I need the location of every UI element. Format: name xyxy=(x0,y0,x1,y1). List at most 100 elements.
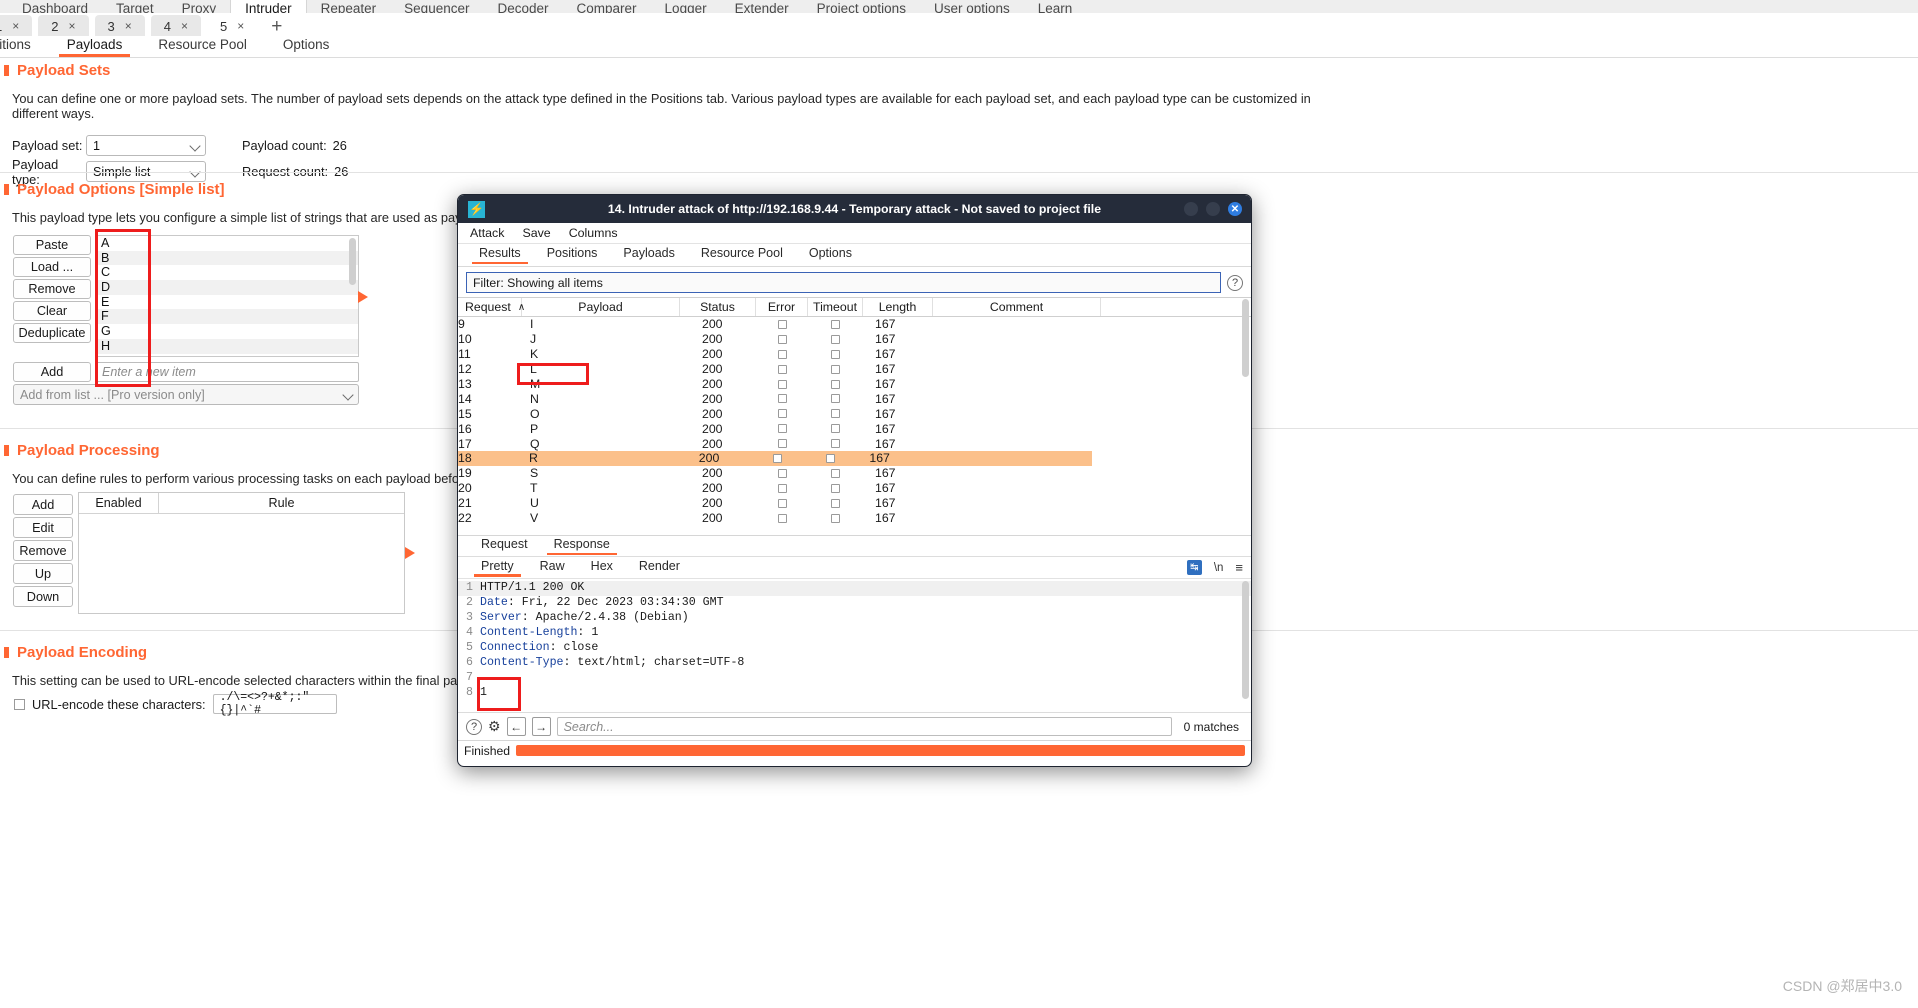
deduplicate-button[interactable]: Deduplicate xyxy=(13,323,91,343)
dialog-tab-positions[interactable]: Positions xyxy=(534,246,611,264)
sub-tab-positions[interactable]: Positions xyxy=(0,37,49,57)
error-checkbox[interactable] xyxy=(777,498,787,508)
rule-up-button[interactable]: Up xyxy=(13,563,73,584)
tab-request[interactable]: Request xyxy=(468,537,541,555)
tab-render[interactable]: Render xyxy=(626,559,693,577)
list-item[interactable]: B xyxy=(96,250,358,266)
table-row[interactable]: 20 T 200 167 xyxy=(458,481,1251,496)
column-header-comment[interactable]: Comment xyxy=(933,298,1101,316)
tab-hex[interactable]: Hex xyxy=(578,559,626,577)
sub-tab-options[interactable]: Options xyxy=(265,37,348,57)
filter-input[interactable]: Filter: Showing all items xyxy=(466,272,1221,293)
error-checkbox[interactable] xyxy=(777,513,787,523)
timeout-checkbox[interactable] xyxy=(831,349,840,359)
rule-down-button[interactable]: Down xyxy=(13,586,73,607)
timeout-checkbox[interactable] xyxy=(831,513,840,523)
results-table[interactable]: Request ∧ Payload Status Error Timeout L… xyxy=(458,297,1251,525)
find-previous-icon[interactable]: ← xyxy=(506,717,526,737)
column-header-error[interactable]: Error xyxy=(756,298,808,316)
attack-tab-3[interactable]: 3 × xyxy=(94,14,145,38)
sub-tab-payloads[interactable]: Payloads xyxy=(49,37,141,57)
tab-pretty[interactable]: Pretty xyxy=(468,559,527,577)
error-checkbox[interactable] xyxy=(777,424,787,434)
column-header-timeout[interactable]: Timeout xyxy=(808,298,863,316)
timeout-checkbox[interactable] xyxy=(831,409,840,419)
dialog-tab-results[interactable]: Results xyxy=(466,246,534,264)
attack-tab-1[interactable]: 1 × xyxy=(0,14,33,38)
maximize-button[interactable] xyxy=(1206,202,1220,216)
paste-button[interactable]: Paste xyxy=(13,235,91,255)
list-item[interactable]: E xyxy=(96,295,358,310)
timeout-checkbox[interactable] xyxy=(831,379,840,389)
payload-set-select[interactable]: 1 xyxy=(86,135,206,156)
results-scrollbar[interactable] xyxy=(1242,299,1249,377)
timeout-checkbox[interactable] xyxy=(831,364,840,374)
dialog-tab-resource-pool[interactable]: Resource Pool xyxy=(688,246,796,264)
attack-tab-5[interactable]: 5 × xyxy=(207,14,258,40)
timeout-checkbox[interactable] xyxy=(831,483,840,493)
find-help-icon[interactable]: ? xyxy=(466,718,482,735)
list-item[interactable]: A xyxy=(96,236,358,251)
table-row[interactable]: 9 I 200 167 xyxy=(458,317,1251,332)
attack-tab-2[interactable]: 2 × xyxy=(38,14,89,38)
rule-edit-button[interactable]: Edit xyxy=(13,517,73,538)
close-icon[interactable]: × xyxy=(237,19,244,33)
error-checkbox[interactable] xyxy=(777,409,787,419)
list-item[interactable]: D xyxy=(96,280,358,295)
timeout-checkbox[interactable] xyxy=(831,319,840,329)
payload-items-list[interactable]: A B C D E F G H xyxy=(95,235,359,357)
window-title-bar[interactable]: ⚡ 14. Intruder attack of http://192.168.… xyxy=(458,195,1251,223)
payload-processing-rules-table[interactable]: Enabled Rule xyxy=(78,492,405,614)
column-header-payload[interactable]: Payload xyxy=(522,298,680,316)
intruder-attack-window[interactable]: ⚡ 14. Intruder attack of http://192.168.… xyxy=(457,194,1252,767)
error-checkbox[interactable] xyxy=(777,364,787,374)
timeout-checkbox[interactable] xyxy=(825,453,835,463)
rule-add-button[interactable]: Add xyxy=(13,494,73,515)
timeout-checkbox[interactable] xyxy=(831,498,840,508)
table-row[interactable]: 21 U 200 167 xyxy=(458,496,1251,511)
table-row[interactable]: 18 R 200 167 xyxy=(458,451,1092,466)
timeout-checkbox[interactable] xyxy=(831,439,840,449)
timeout-checkbox[interactable] xyxy=(831,334,840,344)
column-header-length[interactable]: Length xyxy=(863,298,933,316)
add-item-button[interactable]: Add xyxy=(13,362,91,382)
close-icon[interactable]: × xyxy=(125,19,132,33)
list-item[interactable]: H xyxy=(96,338,358,354)
list-item[interactable]: F xyxy=(96,309,358,325)
attack-tab-4[interactable]: 4 × xyxy=(150,14,201,38)
newline-icon[interactable]: \n xyxy=(1214,562,1224,574)
tab-response[interactable]: Response xyxy=(541,537,623,556)
payload-list-scrollbar[interactable] xyxy=(349,238,356,285)
rule-remove-button[interactable]: Remove xyxy=(13,540,73,561)
error-checkbox[interactable] xyxy=(777,379,787,389)
menu-icon[interactable]: ≡ xyxy=(1235,560,1243,575)
response-scrollbar[interactable] xyxy=(1242,581,1249,700)
add-from-list-select[interactable]: Add from list ... [Pro version only] xyxy=(13,384,359,405)
error-checkbox[interactable] xyxy=(777,483,787,493)
table-row[interactable]: 14 N 200 167 xyxy=(458,391,1251,406)
column-header-request[interactable]: Request ∧ xyxy=(458,298,525,316)
error-checkbox[interactable] xyxy=(777,468,787,478)
timeout-checkbox[interactable] xyxy=(831,424,840,434)
column-header-enabled[interactable]: Enabled xyxy=(79,493,159,513)
column-header-rule[interactable]: Rule xyxy=(159,493,404,513)
table-row[interactable]: 19 S 200 167 xyxy=(458,466,1251,481)
minimize-button[interactable] xyxy=(1184,202,1198,216)
dialog-tab-payloads[interactable]: Payloads xyxy=(610,246,687,264)
remove-button[interactable]: Remove xyxy=(13,279,91,299)
table-row[interactable]: 15 O 200 167 xyxy=(458,406,1251,421)
table-row[interactable]: 12 L 200 167 xyxy=(458,362,1251,377)
error-checkbox[interactable] xyxy=(777,319,787,329)
close-icon[interactable]: ✕ xyxy=(1228,202,1242,216)
timeout-checkbox[interactable] xyxy=(831,468,840,478)
error-checkbox[interactable] xyxy=(777,394,787,404)
table-row[interactable]: 10 J 200 167 xyxy=(458,332,1251,347)
table-row[interactable]: 13 M 200 167 xyxy=(458,377,1251,392)
menu-columns[interactable]: Columns xyxy=(569,226,618,240)
clear-button[interactable]: Clear xyxy=(13,301,91,321)
list-item[interactable]: C xyxy=(96,265,358,280)
timeout-checkbox[interactable] xyxy=(831,394,840,404)
close-icon[interactable]: × xyxy=(68,19,75,33)
error-checkbox[interactable] xyxy=(777,349,787,359)
load-button[interactable]: Load ... xyxy=(13,257,91,277)
